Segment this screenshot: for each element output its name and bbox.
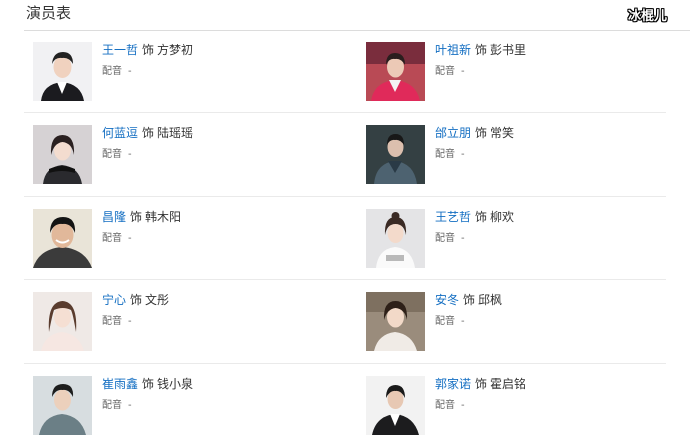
watermark-text: 冰棍儿 — [628, 9, 668, 24]
name-line: 王艺哲饰柳欢 — [435, 210, 514, 225]
actor-name-link[interactable]: 王一哲 — [102, 43, 138, 57]
as-label: 饰 — [463, 293, 476, 307]
row-divider — [24, 196, 666, 197]
voice-value: - — [128, 233, 132, 244]
actor-name-link[interactable]: 何蓝逗 — [102, 126, 138, 140]
cast-card: 崔雨鑫饰钱小泉 配音 - — [33, 376, 353, 440]
actor-name-link[interactable]: 叶祖新 — [435, 43, 471, 57]
voice-value: - — [128, 149, 132, 160]
as-label: 饰 — [130, 293, 143, 307]
name-line: 何蓝逗饰陆瑶瑶 — [102, 126, 193, 141]
row-divider — [24, 363, 666, 364]
cast-card: 王艺哲饰柳欢 配音 - — [366, 209, 686, 273]
voice-label: 配音 — [102, 316, 122, 327]
as-label: 饰 — [475, 126, 488, 140]
voice-value: - — [461, 149, 465, 160]
name-line: 叶祖新饰彭书里 — [435, 43, 526, 58]
voice-label: 配音 — [435, 316, 455, 327]
cast-card: 郭家诺饰霍启铭 配音 - — [366, 376, 686, 440]
voice-line: 配音 - — [435, 65, 465, 78]
voice-value: - — [128, 316, 132, 327]
voice-value: - — [461, 66, 465, 77]
as-label: 饰 — [475, 210, 488, 224]
voice-value: - — [461, 233, 465, 244]
cast-card: 邰立朋饰常笑 配音 - — [366, 125, 686, 189]
actor-name-link[interactable]: 邰立朋 — [435, 126, 471, 140]
role-name: 柳欢 — [490, 210, 515, 224]
voice-line: 配音 - — [102, 399, 132, 412]
voice-line: 配音 - — [102, 315, 132, 328]
voice-line: 配音 - — [102, 232, 132, 245]
name-line: 郭家诺饰霍启铭 — [435, 377, 526, 392]
cast-card: 王一哲饰方梦初 配音 - — [33, 42, 353, 106]
cast-card: 安冬饰邱枫 配音 - — [366, 292, 686, 356]
cast-card: 宁心饰文彤 配音 - — [33, 292, 353, 356]
role-name: 方梦初 — [157, 43, 194, 57]
cast-list-header: 演员表 — [24, 0, 690, 31]
voice-line: 配音 - — [102, 148, 132, 161]
name-line: 昌隆饰韩木阳 — [102, 210, 181, 225]
role-name: 常笑 — [490, 126, 515, 140]
voice-value: - — [461, 400, 465, 411]
actor-photo[interactable] — [33, 376, 92, 435]
voice-value: - — [128, 400, 132, 411]
name-line: 崔雨鑫饰钱小泉 — [102, 377, 193, 392]
role-name: 韩木阳 — [145, 210, 182, 224]
as-label: 饰 — [475, 377, 488, 391]
actor-photo[interactable] — [33, 125, 92, 184]
as-label: 饰 — [142, 43, 155, 57]
actor-name-link[interactable]: 宁心 — [102, 293, 126, 307]
name-line: 邰立朋饰常笑 — [435, 126, 514, 141]
voice-line: 配音 - — [435, 232, 465, 245]
cast-card: 昌隆饰韩木阳 配音 - — [33, 209, 353, 273]
actor-name-link[interactable]: 王艺哲 — [435, 210, 471, 224]
voice-label: 配音 — [435, 233, 455, 244]
actor-name-link[interactable]: 郭家诺 — [435, 377, 471, 391]
as-label: 饰 — [142, 126, 155, 140]
cast-card: 何蓝逗饰陆瑶瑶 配音 - — [33, 125, 353, 189]
voice-label: 配音 — [102, 233, 122, 244]
actor-photo[interactable] — [366, 42, 425, 101]
actor-photo[interactable] — [366, 376, 425, 435]
voice-label: 配音 — [435, 400, 455, 411]
as-label: 饰 — [475, 43, 488, 57]
voice-line: 配音 - — [435, 148, 465, 161]
actor-photo[interactable] — [366, 292, 425, 351]
actor-photo[interactable] — [366, 209, 425, 268]
name-line: 安冬饰邱枫 — [435, 293, 502, 308]
voice-line: 配音 - — [435, 399, 465, 412]
name-line: 宁心饰文彤 — [102, 293, 169, 308]
role-name: 邱枫 — [478, 293, 503, 307]
actor-photo[interactable] — [33, 42, 92, 101]
role-name: 钱小泉 — [157, 377, 194, 391]
voice-value: - — [128, 66, 132, 77]
actor-photo[interactable] — [33, 209, 92, 268]
as-label: 饰 — [142, 377, 155, 391]
row-divider — [24, 279, 666, 280]
cast-card: 叶祖新饰彭书里 配音 - — [366, 42, 686, 106]
voice-line: 配音 - — [435, 315, 465, 328]
voice-label: 配音 — [435, 149, 455, 160]
actor-photo[interactable] — [366, 125, 425, 184]
actor-name-link[interactable]: 安冬 — [435, 293, 459, 307]
voice-line: 配音 - — [102, 65, 132, 78]
role-name: 彭书里 — [490, 43, 527, 57]
row-divider — [24, 112, 666, 113]
actor-photo[interactable] — [33, 292, 92, 351]
role-name: 霍启铭 — [490, 377, 527, 391]
role-name: 文彤 — [145, 293, 170, 307]
voice-label: 配音 — [102, 400, 122, 411]
as-label: 饰 — [130, 210, 143, 224]
name-line: 王一哲饰方梦初 — [102, 43, 193, 58]
voice-label: 配音 — [102, 66, 122, 77]
actor-name-link[interactable]: 崔雨鑫 — [102, 377, 138, 391]
actor-name-link[interactable]: 昌隆 — [102, 210, 126, 224]
voice-label: 配音 — [102, 149, 122, 160]
section-title: 演员表 — [26, 4, 72, 22]
voice-label: 配音 — [435, 66, 455, 77]
role-name: 陆瑶瑶 — [157, 126, 194, 140]
voice-value: - — [461, 316, 465, 327]
